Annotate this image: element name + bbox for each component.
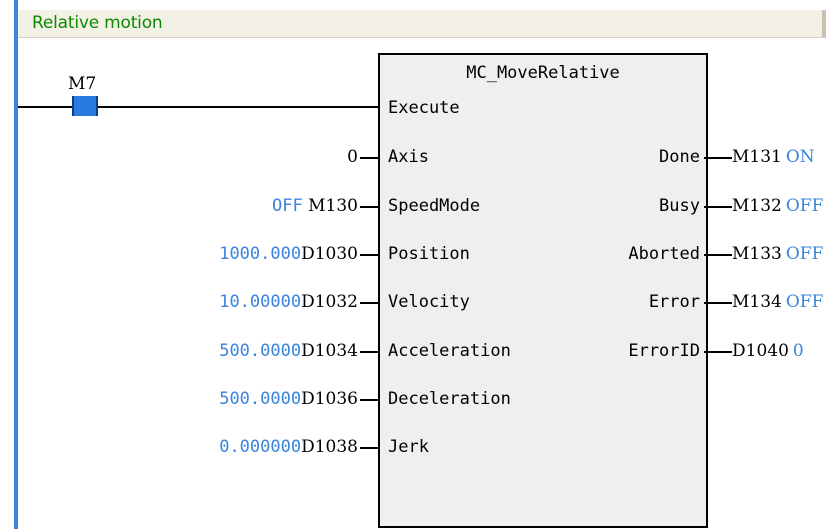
position-address: D1030: [301, 244, 358, 264]
pin-aborted: Aborted: [628, 244, 700, 264]
function-block-name: MC_MoveRelative: [466, 63, 620, 83]
pin-execute: Execute: [388, 98, 460, 118]
acceleration-value: 500.0000: [219, 341, 302, 361]
input-wire-position: [360, 254, 378, 256]
output-errorid[interactable]: D1040 0: [732, 341, 804, 361]
pin-errorid: ErrorID: [628, 341, 700, 361]
input-wire-speedmode: [360, 206, 378, 208]
title-bar-edge: [822, 10, 826, 37]
input-wire-jerk: [360, 447, 378, 449]
input-wire-axis: [360, 157, 378, 159]
speedmode-value: OFF: [272, 196, 303, 216]
velocity-address: D1032: [301, 292, 358, 312]
jerk-address: D1038: [301, 437, 358, 457]
output-aborted[interactable]: M133 OFF: [732, 244, 823, 264]
input-wire-velocity: [360, 302, 378, 304]
input-axis[interactable]: 0: [347, 147, 358, 167]
position-value: 1000.000: [219, 244, 302, 264]
pin-speedmode: SpeedMode: [388, 196, 481, 216]
done-value: ON: [785, 147, 815, 167]
axis-constant: 0: [347, 147, 358, 167]
jerk-value: 0.000000: [219, 437, 302, 457]
pin-done: Done: [659, 147, 700, 167]
output-done[interactable]: M131 ON: [732, 147, 815, 167]
rung-wire: [18, 106, 72, 108]
done-address: M131: [732, 147, 782, 167]
power-rail: [14, 0, 18, 529]
input-wire-acceleration: [360, 351, 378, 353]
contact-label: M7: [68, 74, 97, 94]
pin-position: Position: [388, 244, 470, 264]
pin-velocity: Velocity: [388, 292, 470, 312]
input-acceleration[interactable]: 500.0000D1034: [219, 341, 358, 361]
acceleration-address: D1034: [301, 341, 358, 361]
pin-jerk: Jerk: [388, 437, 429, 457]
rung-title[interactable]: Relative motion: [32, 13, 163, 33]
pin-axis: Axis: [388, 147, 429, 167]
output-error[interactable]: M134 OFF: [732, 292, 823, 312]
pin-busy: Busy: [659, 196, 700, 216]
pin-deceleration: Deceleration: [388, 389, 511, 409]
deceleration-value: 500.0000: [219, 389, 302, 409]
input-speedmode[interactable]: OFF M130: [272, 196, 358, 216]
output-wire-errorid: [704, 351, 732, 353]
function-block[interactable]: MC_MoveRelative Execute Axis SpeedMode P…: [378, 53, 708, 528]
output-wire-error: [704, 302, 732, 304]
input-position[interactable]: 1000.000D1030: [219, 244, 358, 264]
busy-address: M132: [732, 196, 782, 216]
left-margin: [0, 0, 14, 529]
error-address: M134: [732, 292, 782, 312]
velocity-value: 10.00000: [219, 292, 302, 312]
normally-open-contact[interactable]: [72, 96, 98, 116]
errorid-value: 0: [792, 341, 804, 361]
pin-error: Error: [648, 292, 700, 312]
error-value: OFF: [785, 292, 824, 312]
output-busy[interactable]: M132 OFF: [732, 196, 823, 216]
aborted-value: OFF: [785, 244, 824, 264]
speedmode-address: M130: [308, 196, 358, 216]
output-wire-busy: [704, 206, 732, 208]
input-wire-deceleration: [360, 399, 378, 401]
output-wire-done: [704, 157, 732, 159]
rung-wire: [98, 106, 378, 108]
aborted-address: M133: [732, 244, 782, 264]
input-deceleration[interactable]: 500.0000D1036: [219, 389, 358, 409]
rung-title-bar: Relative motion: [18, 10, 826, 38]
deceleration-address: D1036: [301, 389, 358, 409]
pin-acceleration: Acceleration: [388, 341, 511, 361]
input-velocity[interactable]: 10.00000D1032: [219, 292, 358, 312]
errorid-address: D1040: [732, 341, 789, 361]
busy-value: OFF: [785, 196, 824, 216]
output-wire-aborted: [704, 254, 732, 256]
input-jerk[interactable]: 0.000000D1038: [219, 437, 358, 457]
